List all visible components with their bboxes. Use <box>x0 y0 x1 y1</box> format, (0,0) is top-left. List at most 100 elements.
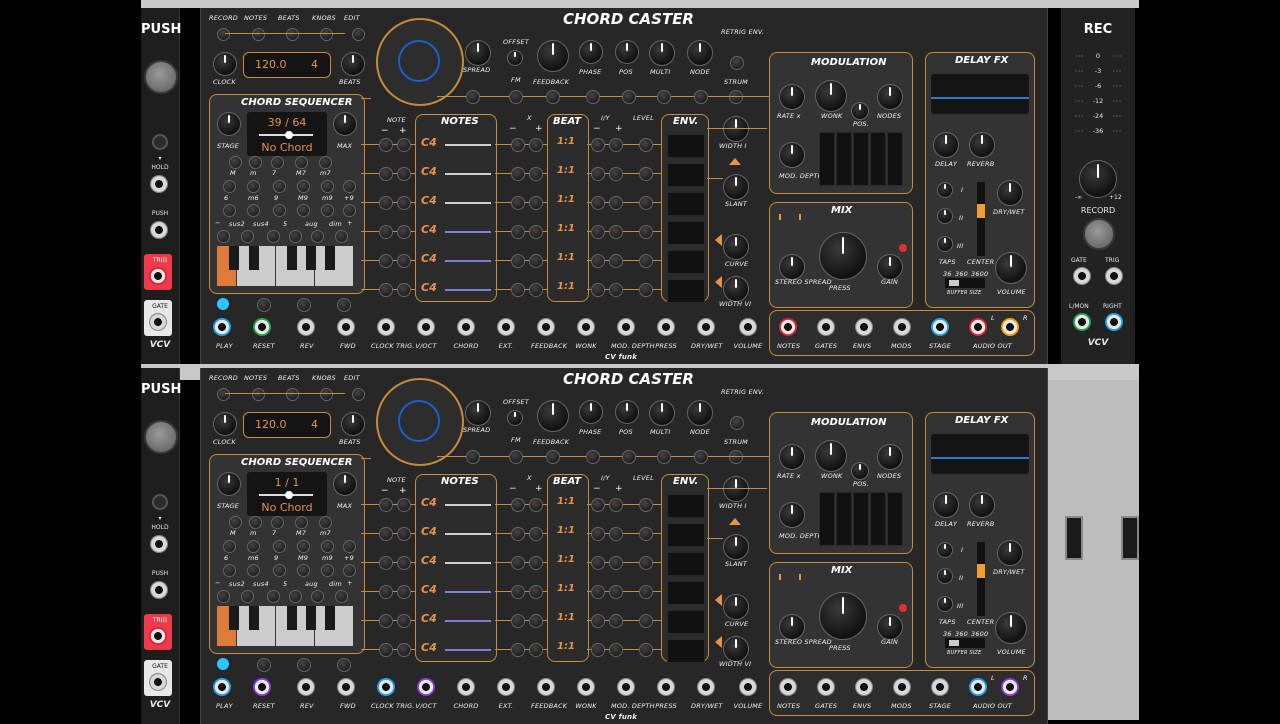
reverb-knob[interactable] <box>969 492 995 518</box>
x-minus-button[interactable] <box>511 254 525 268</box>
top-mod-dot[interactable] <box>546 450 560 464</box>
note-plus-button[interactable] <box>397 196 411 210</box>
input-jack-9[interactable] <box>739 678 757 696</box>
volume-knob[interactable] <box>995 252 1027 284</box>
top-mod-dot[interactable] <box>657 90 671 104</box>
input-jack-0[interactable] <box>377 318 395 336</box>
curve-knob[interactable] <box>723 594 749 620</box>
keyboard-black-key[interactable] <box>325 606 335 630</box>
top-button-edit[interactable] <box>352 388 365 401</box>
chord-type-button[interactable] <box>321 180 334 193</box>
beats-knob[interactable] <box>341 412 365 436</box>
output-jack-5[interactable] <box>969 678 987 696</box>
x-plus-button[interactable] <box>529 585 543 599</box>
input-jack-5[interactable] <box>577 678 595 696</box>
volume-knob[interactable] <box>995 612 1027 644</box>
level-button[interactable] <box>639 138 653 152</box>
nodes-knob[interactable] <box>877 84 903 110</box>
output-jack-4[interactable] <box>931 318 949 336</box>
note-plus-button[interactable] <box>397 614 411 628</box>
dry-wet-knob[interactable] <box>997 180 1023 206</box>
transport-button[interactable] <box>257 658 271 672</box>
top-mod-dot[interactable] <box>466 90 480 104</box>
top-mod-dot[interactable] <box>657 450 671 464</box>
output-jack-6[interactable] <box>1001 678 1019 696</box>
chord-type-button[interactable] <box>223 540 236 553</box>
press-knob[interactable] <box>819 232 867 280</box>
keyboard-black-key[interactable] <box>325 246 335 270</box>
x-plus-button[interactable] <box>529 556 543 570</box>
chord-type-button[interactable] <box>273 204 286 217</box>
chord-type-button[interactable] <box>271 156 284 169</box>
input-jack-0[interactable] <box>377 678 395 696</box>
iy-plus-button[interactable] <box>609 283 623 297</box>
width-i-knob[interactable] <box>723 116 749 142</box>
taps-i-knob[interactable] <box>937 542 953 558</box>
chord-type-button[interactable] <box>273 564 286 577</box>
spread-knob[interactable] <box>465 400 491 426</box>
iy-plus-button[interactable] <box>609 614 623 628</box>
level-button[interactable] <box>639 498 653 512</box>
note-minus-button[interactable] <box>379 254 393 268</box>
push-small-button[interactable] <box>152 494 168 510</box>
beats-knob[interactable] <box>341 52 365 76</box>
level-button[interactable] <box>639 643 653 657</box>
note-plus-button[interactable] <box>397 643 411 657</box>
clock-knob[interactable] <box>213 52 237 76</box>
note-plus-button[interactable] <box>397 585 411 599</box>
chord-type-button[interactable] <box>295 156 308 169</box>
iy-minus-button[interactable] <box>591 498 605 512</box>
push-gate-jack[interactable] <box>149 313 167 331</box>
pos-knob-mod[interactable] <box>851 102 869 120</box>
x-plus-button[interactable] <box>529 527 543 541</box>
x-minus-button[interactable] <box>511 614 525 628</box>
keyboard-black-key[interactable] <box>249 606 259 630</box>
chord-type-button[interactable] <box>297 564 310 577</box>
input-jack-8[interactable] <box>697 318 715 336</box>
offset-knob[interactable] <box>507 50 523 66</box>
keyboard-black-key[interactable] <box>249 246 259 270</box>
input-jack-2[interactable] <box>457 678 475 696</box>
chord-type-button[interactable] <box>273 180 286 193</box>
output-jack-2[interactable] <box>855 678 873 696</box>
stereo-spread-knob[interactable] <box>779 254 805 280</box>
chord-type-button[interactable] <box>319 516 332 529</box>
iy-minus-button[interactable] <box>591 167 605 181</box>
max-knob[interactable] <box>333 472 357 496</box>
x-minus-button[interactable] <box>511 527 525 541</box>
note-plus-button[interactable] <box>397 283 411 297</box>
reverb-knob[interactable] <box>969 132 995 158</box>
x-plus-button[interactable] <box>529 643 543 657</box>
note-minus-button[interactable] <box>379 643 393 657</box>
output-jack-1[interactable] <box>817 318 835 336</box>
press-knob[interactable] <box>819 592 867 640</box>
iy-minus-button[interactable] <box>591 196 605 210</box>
center-slider-thumb[interactable] <box>977 564 985 578</box>
octave-button[interactable] <box>267 230 280 243</box>
note-minus-button[interactable] <box>379 614 393 628</box>
iy-plus-button[interactable] <box>609 643 623 657</box>
taps-ii-knob[interactable] <box>937 208 953 224</box>
iy-minus-button[interactable] <box>591 527 605 541</box>
mod-depth-knob[interactable] <box>779 502 805 528</box>
top-button-record[interactable] <box>217 28 230 41</box>
chord-type-button[interactable] <box>297 540 310 553</box>
top-mod-dot[interactable] <box>586 90 600 104</box>
pos-knob-mod[interactable] <box>851 462 869 480</box>
top-mod-dot[interactable] <box>622 90 636 104</box>
input-jack-7[interactable] <box>657 318 675 336</box>
iy-plus-button[interactable] <box>609 167 623 181</box>
slant-knob[interactable] <box>723 174 749 200</box>
taps-iii-knob[interactable] <box>937 236 953 252</box>
strum-button[interactable] <box>729 90 743 104</box>
push-hold-jack[interactable] <box>150 175 168 193</box>
note-plus-button[interactable] <box>397 167 411 181</box>
offset-knob[interactable] <box>507 410 523 426</box>
top-button-knobs[interactable] <box>320 388 333 401</box>
input-jack-6[interactable] <box>617 318 635 336</box>
top-mod-dot[interactable] <box>586 450 600 464</box>
reset-jack[interactable] <box>253 678 271 696</box>
phase-knob[interactable] <box>579 40 603 64</box>
gain-knob[interactable] <box>877 614 903 640</box>
x-plus-button[interactable] <box>529 138 543 152</box>
